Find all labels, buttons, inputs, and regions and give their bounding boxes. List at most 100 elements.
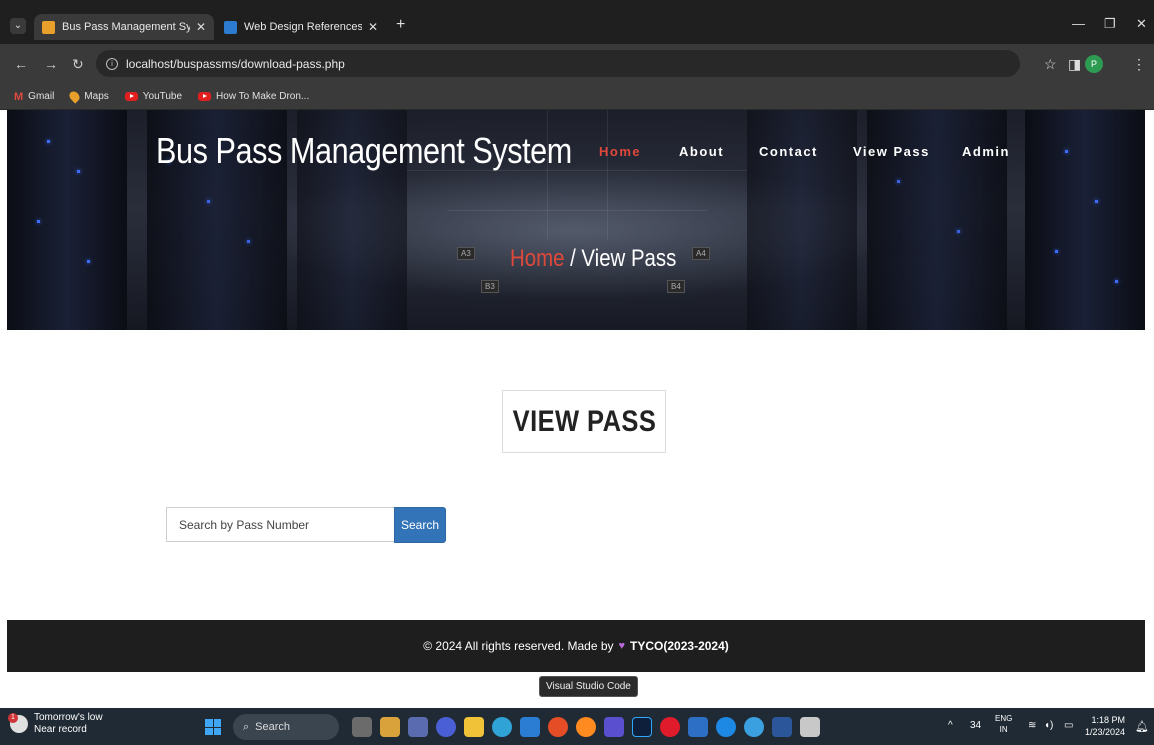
lang-line-2: IN xyxy=(999,725,1008,734)
hero-banner: A3 A4 B3 B4 Bus Pass Management System H… xyxy=(7,110,1145,330)
taskbar-app-icon[interactable] xyxy=(604,717,624,737)
aisle-sign: B4 xyxy=(667,280,685,293)
windows-taskbar: Tomorrow's low Near record ⌕ Search ^ 34… xyxy=(0,708,1154,745)
weather-line-1: Tomorrow's low xyxy=(34,712,103,723)
gmail-icon: M xyxy=(14,90,24,103)
bookmark-how-to-make-drone[interactable]: How To Make Dron... xyxy=(198,91,309,102)
nav-view-pass[interactable]: View Pass xyxy=(853,144,930,159)
server-rack-right xyxy=(1025,110,1145,330)
tab-title: Bus Pass Management System | xyxy=(62,21,190,33)
profile-avatar[interactable]: P xyxy=(1085,55,1103,73)
pass-number-search-input[interactable] xyxy=(166,507,394,542)
close-window-icon[interactable]: ✕ xyxy=(1136,16,1147,32)
nav-about[interactable]: About xyxy=(679,144,724,159)
url-text: localhost/buspassms/download-pass.php xyxy=(126,56,345,71)
tab-web-design[interactable]: Web Design References: Books ✕ xyxy=(216,14,386,40)
zebra-app-icon[interactable] xyxy=(352,717,372,737)
aisle-sign: B3 xyxy=(481,280,499,293)
server-rack-left xyxy=(7,110,127,330)
word-icon[interactable] xyxy=(772,717,792,737)
breadcrumb-current: / View Pass xyxy=(564,245,677,272)
nav-home[interactable]: Home xyxy=(599,144,641,159)
tab-title: Web Design References: Books xyxy=(244,21,362,33)
edge-icon[interactable] xyxy=(492,717,512,737)
aisle-sign: A3 xyxy=(457,247,475,260)
taskbar-app-icon[interactable] xyxy=(800,717,820,737)
nav-contact[interactable]: Contact xyxy=(759,144,818,159)
reload-icon[interactable]: ↻ xyxy=(72,56,84,73)
bookmark-gmail[interactable]: M Gmail xyxy=(14,91,54,103)
taskbar-app-icon[interactable] xyxy=(380,717,400,737)
site-favicon-icon xyxy=(224,20,237,34)
url-bar[interactable]: i localhost/buspassms/download-pass.php xyxy=(96,50,1020,77)
minimize-icon[interactable]: — xyxy=(1072,16,1085,31)
restore-icon[interactable]: ❐ xyxy=(1104,16,1116,32)
ceiling-grid xyxy=(447,210,707,211)
taskbar-search[interactable]: ⌕ Search xyxy=(233,714,339,740)
windows-start-icon[interactable] xyxy=(205,719,221,735)
breadcrumb-home-link[interactable]: Home xyxy=(510,245,564,272)
back-icon[interactable]: ← xyxy=(14,56,28,72)
new-tab-icon[interactable]: + xyxy=(396,16,405,34)
taskbar-tooltip: Visual Studio Code xyxy=(539,676,638,697)
battery-icon[interactable]: ▭ xyxy=(1064,720,1073,731)
breadcrumb: Home / View Pass xyxy=(510,245,676,273)
nav-admin[interactable]: Admin xyxy=(962,144,1010,159)
taskbar-app-icon[interactable] xyxy=(688,717,708,737)
site-title[interactable]: Bus Pass Management System xyxy=(156,130,572,172)
weather-widget[interactable]: Tomorrow's low Near record xyxy=(8,712,103,736)
aisle-sign: A4 xyxy=(692,247,710,260)
weather-icon xyxy=(8,713,28,733)
youtube-icon xyxy=(124,92,138,101)
bookmark-maps[interactable]: Maps xyxy=(67,89,109,104)
tab-close-icon[interactable]: ✕ xyxy=(368,20,378,34)
firefox-icon[interactable] xyxy=(576,717,596,737)
lang-line-1: ENG xyxy=(995,714,1013,723)
footer-brand: TYCO(2023-2024) xyxy=(630,639,729,653)
ceiling-grid xyxy=(607,110,608,240)
site-footer: © 2024 All rights reserved. Made by ♥ TY… xyxy=(7,620,1145,672)
tray-number[interactable]: 34 xyxy=(970,720,981,731)
taskbar-clock[interactable]: 1:18 PM 1/23/2024 xyxy=(1085,714,1125,738)
taskbar-app-icon[interactable] xyxy=(408,717,428,737)
taskbar-search-label: Search xyxy=(255,721,291,733)
browser-tab-bar: ⌄ Bus Pass Management System | ✕ Web Des… xyxy=(0,0,1154,44)
teams-icon[interactable] xyxy=(436,717,456,737)
site-favicon-icon xyxy=(42,20,55,34)
bookmark-label: Gmail xyxy=(28,91,55,102)
server-rack-right-inner xyxy=(867,110,1007,330)
chrome-icon[interactable] xyxy=(548,717,568,737)
notification-bell-icon[interactable]: 🔔︎ xyxy=(1135,720,1149,733)
clock-date: 1/23/2024 xyxy=(1085,727,1126,737)
show-hidden-icons-icon[interactable]: ^ xyxy=(948,720,953,731)
search-icon: ⌕ xyxy=(243,720,250,733)
bookmark-label: YouTube xyxy=(142,91,183,102)
forward-icon[interactable]: → xyxy=(44,56,58,72)
bookmark-star-icon[interactable]: ☆ xyxy=(1044,56,1057,73)
wifi-icon[interactable]: ≋ xyxy=(1028,720,1036,731)
taskbar-app-icon[interactable] xyxy=(716,717,736,737)
volume-icon[interactable]: ◖) xyxy=(1044,720,1053,731)
bookmark-label: How To Make Dron... xyxy=(216,91,310,102)
tab-search-chevron-icon[interactable]: ⌄ xyxy=(10,18,26,34)
tab-bus-pass[interactable]: Bus Pass Management System | ✕ xyxy=(34,14,214,40)
language-indicator[interactable]: ENG IN xyxy=(995,713,1012,735)
clock-time: 1:18 PM xyxy=(1091,715,1126,725)
weather-line-2: Near record xyxy=(34,724,87,735)
taskbar-app-icon[interactable] xyxy=(744,717,764,737)
tab-close-icon[interactable]: ✕ xyxy=(196,20,206,34)
vscode-icon[interactable] xyxy=(520,717,540,737)
bookmarks-bar: M Gmail Maps YouTube How To Make Dron... xyxy=(0,84,1154,110)
site-info-icon[interactable]: i xyxy=(106,57,118,70)
bookmark-youtube[interactable]: YouTube xyxy=(124,91,183,102)
file-explorer-icon[interactable] xyxy=(464,717,484,737)
bookmark-label: Maps xyxy=(84,91,109,102)
search-button[interactable]: Search xyxy=(394,507,446,543)
maps-pin-icon xyxy=(67,89,82,104)
page-title: VIEW PASS xyxy=(512,404,656,438)
photoshop-icon[interactable] xyxy=(632,717,652,737)
side-panel-icon[interactable]: ◨ xyxy=(1068,56,1081,73)
browser-menu-icon[interactable]: ⋮ xyxy=(1132,56,1146,73)
opera-icon[interactable] xyxy=(660,717,680,737)
youtube-icon xyxy=(198,92,212,101)
